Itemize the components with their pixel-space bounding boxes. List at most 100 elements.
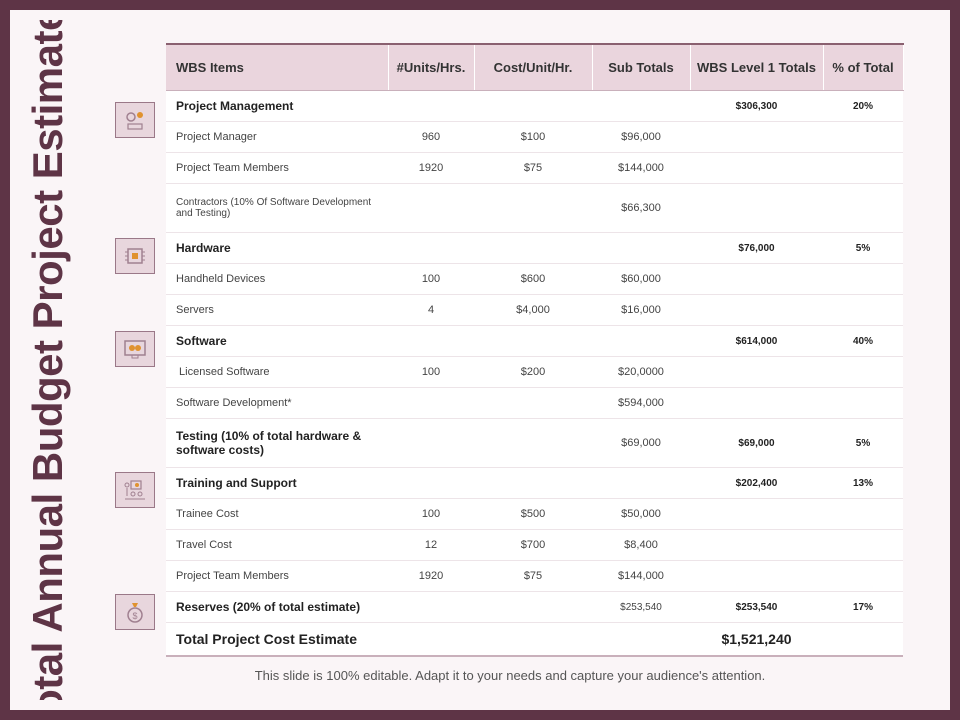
cell-units xyxy=(388,418,474,468)
table-row: Reserves (20% of total estimate) $253,54… xyxy=(166,591,903,623)
header-cost-unit: Cost/Unit/Hr. xyxy=(474,43,593,91)
cell-item: Project Team Members xyxy=(166,560,388,592)
table-header-row: WBS Items #Units/Hrs. Cost/Unit/Hr. Sub … xyxy=(166,43,904,91)
cell-units xyxy=(388,232,474,264)
cell-item: Testing (10% of total hardware & softwar… xyxy=(166,418,388,468)
cell-pct xyxy=(823,560,903,592)
cell-cost xyxy=(474,183,592,233)
cell-pct xyxy=(823,498,903,530)
cell-pct xyxy=(823,387,903,419)
cell-pct xyxy=(823,183,903,233)
cell-item: Reserves (20% of total estimate) xyxy=(166,591,388,623)
gears-people-icon xyxy=(115,102,155,138)
table-row: Servers 4 $4,000 $16,000 xyxy=(166,294,903,326)
cell-sub xyxy=(592,325,690,357)
cell-level1 xyxy=(690,560,823,592)
cell-level1 xyxy=(690,529,823,561)
cell-sub: $20,0000 xyxy=(592,356,690,388)
total-row: Total Project Cost Estimate $1,521,240 xyxy=(166,622,903,657)
cell-cost xyxy=(474,467,592,499)
total-value: $1,521,240 xyxy=(690,622,823,657)
cell-item: Travel Cost xyxy=(166,529,388,561)
cell-level1 xyxy=(690,387,823,419)
header-wbs-items: WBS Items xyxy=(166,43,389,91)
cell-sub: $144,000 xyxy=(592,560,690,592)
table-row: Software Development* $594,000 xyxy=(166,387,903,419)
cell-cost: $600 xyxy=(474,263,592,295)
cell-level1 xyxy=(690,498,823,530)
cell-level1 xyxy=(690,183,823,233)
cell-pct: 40% xyxy=(823,325,903,357)
table-row: Software $614,000 40% xyxy=(166,325,903,357)
cell-cost xyxy=(474,90,592,122)
cell-cost: $700 xyxy=(474,529,592,561)
budget-table: WBS Items #Units/Hrs. Cost/Unit/Hr. Sub … xyxy=(166,43,904,657)
cell-level1 xyxy=(690,121,823,153)
cell-sub xyxy=(592,90,690,122)
cell-cost xyxy=(474,325,592,357)
cell-pct xyxy=(823,529,903,561)
cell-cost xyxy=(474,232,592,264)
cell-cost: $4,000 xyxy=(474,294,592,326)
cell-sub: $66,300 xyxy=(592,183,690,233)
cell-cost: $75 xyxy=(474,560,592,592)
cell-sub xyxy=(592,232,690,264)
cell-level1: $614,000 xyxy=(690,325,823,357)
cell-pct xyxy=(823,356,903,388)
svg-text:$: $ xyxy=(132,611,137,621)
table-row: Travel Cost 12 $700 $8,400 xyxy=(166,529,903,561)
footer-note: This slide is 100% editable. Adapt it to… xyxy=(254,668,766,683)
cell-item: Software xyxy=(166,325,388,357)
cell-units: 1920 xyxy=(388,152,474,184)
table-row: Licensed Software 100 $200 $20,0000 xyxy=(166,356,903,388)
cell-sub: $253,540 xyxy=(592,591,690,623)
header-units: #Units/Hrs. xyxy=(388,43,475,91)
cell-sub: $8,400 xyxy=(592,529,690,561)
cell-units xyxy=(388,183,474,233)
cell-units: 12 xyxy=(388,529,474,561)
monitor-gears-icon xyxy=(115,331,155,367)
cell-level1 xyxy=(690,356,823,388)
cell-level1: $76,000 xyxy=(690,232,823,264)
title-container: Total Annual Budget Project Estimated xyxy=(22,20,74,700)
cell-sub: $16,000 xyxy=(592,294,690,326)
cell-item: Project Management xyxy=(166,90,388,122)
cell-units xyxy=(388,325,474,357)
cell-pct: 5% xyxy=(823,418,903,468)
cell-units: 100 xyxy=(388,498,474,530)
cell-item: Software Development* xyxy=(166,387,388,419)
header-sub-totals: Sub Totals xyxy=(592,43,691,91)
cell-level1: $306,300 xyxy=(690,90,823,122)
cell-pct xyxy=(823,121,903,153)
presentation-people-icon xyxy=(115,472,155,508)
cell-level1 xyxy=(690,263,823,295)
cell-item: Servers xyxy=(166,294,388,326)
cell-cost: $100 xyxy=(474,121,592,153)
cell-item: Project Manager xyxy=(166,121,388,153)
cell-units: 960 xyxy=(388,121,474,153)
cell-pct: 13% xyxy=(823,467,903,499)
cell-item: Licensed Software xyxy=(166,356,388,388)
table-row: Testing (10% of total hardware & softwar… xyxy=(166,418,903,468)
cell-sub xyxy=(592,467,690,499)
cell-pct: 17% xyxy=(823,591,903,623)
cell-units xyxy=(388,591,474,623)
cell-pct: 5% xyxy=(823,232,903,264)
cell-units: 4 xyxy=(388,294,474,326)
header-level1-totals: WBS Level 1 Totals xyxy=(690,43,824,91)
cell-level1: $69,000 xyxy=(690,418,823,468)
cell-item: Project Team Members xyxy=(166,152,388,184)
table-row: Hardware $76,000 5% xyxy=(166,232,903,264)
cell-item: Hardware xyxy=(166,232,388,264)
cell-cost: $75 xyxy=(474,152,592,184)
cell-cost xyxy=(474,591,592,623)
table-row: Handheld Devices 100 $600 $60,000 xyxy=(166,263,903,295)
cell-sub: $144,000 xyxy=(592,152,690,184)
cell-sub: $50,000 xyxy=(592,498,690,530)
cell-sub: $96,000 xyxy=(592,121,690,153)
table-row: Project Team Members 1920 $75 $144,000 xyxy=(166,152,903,184)
cell-pct xyxy=(823,294,903,326)
cell-pct: 20% xyxy=(823,90,903,122)
cell-cost xyxy=(474,387,592,419)
total-label: Total Project Cost Estimate xyxy=(166,622,690,657)
